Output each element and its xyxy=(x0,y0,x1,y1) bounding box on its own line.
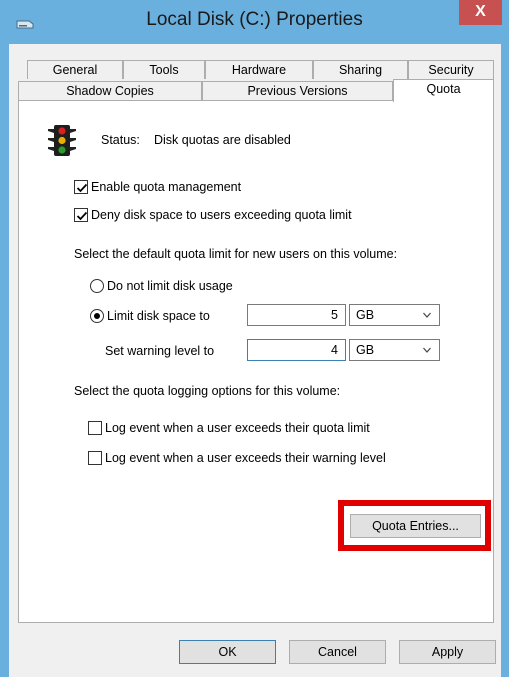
no-limit-label[interactable]: Do not limit disk usage xyxy=(107,279,233,293)
tab-hardware[interactable]: Hardware xyxy=(205,60,313,79)
status-label: Status: xyxy=(101,133,140,147)
default-limit-heading: Select the default quota limit for new u… xyxy=(74,247,398,261)
enable-quota-checkbox[interactable] xyxy=(74,180,88,194)
limit-space-input[interactable]: 5 xyxy=(247,304,346,326)
log-quota-checkbox[interactable] xyxy=(88,421,102,435)
limit-space-unit-value: GB xyxy=(356,308,375,322)
limit-space-label[interactable]: Limit disk space to xyxy=(107,309,210,323)
log-warning-label[interactable]: Log event when a user exceeds their warn… xyxy=(105,451,386,465)
close-button[interactable]: X xyxy=(459,0,502,25)
enable-quota-label[interactable]: Enable quota management xyxy=(91,180,241,194)
warning-level-label: Set warning level to xyxy=(105,344,215,358)
checkmark-icon xyxy=(76,183,88,193)
apply-button[interactable]: Apply xyxy=(399,640,496,664)
tab-quota[interactable]: Quota xyxy=(393,79,494,102)
tab-general[interactable]: General xyxy=(27,60,123,79)
ok-button[interactable]: OK xyxy=(179,640,276,664)
deny-space-checkbox[interactable] xyxy=(74,208,88,222)
cancel-button[interactable]: Cancel xyxy=(289,640,386,664)
quota-entries-button[interactable]: Quota Entries... xyxy=(350,514,481,538)
chevron-down-icon xyxy=(423,312,431,318)
warning-level-input[interactable]: 4 xyxy=(247,339,346,361)
checkmark-icon xyxy=(76,211,88,221)
limit-space-unit-select[interactable]: GB xyxy=(349,304,440,326)
chevron-down-icon xyxy=(423,347,431,353)
status-text: Disk quotas are disabled xyxy=(154,133,291,147)
log-warning-checkbox[interactable] xyxy=(88,451,102,465)
title-bar[interactable]: Local Disk (C:) Properties X xyxy=(0,0,509,44)
warning-level-unit-value: GB xyxy=(356,343,375,357)
traffic-light-icon xyxy=(46,123,78,157)
limit-space-radio[interactable] xyxy=(90,309,104,323)
tab-tools[interactable]: Tools xyxy=(123,60,205,79)
tab-security[interactable]: Security xyxy=(408,60,494,79)
tab-shadow-copies[interactable]: Shadow Copies xyxy=(18,81,202,100)
window-title: Local Disk (C:) Properties xyxy=(146,9,363,30)
radio-dot xyxy=(94,313,100,319)
no-limit-radio[interactable] xyxy=(90,279,104,293)
log-quota-label[interactable]: Log event when a user exceeds their quot… xyxy=(105,421,370,435)
tab-previous-versions[interactable]: Previous Versions xyxy=(202,81,393,100)
warning-level-unit-select[interactable]: GB xyxy=(349,339,440,361)
tab-sharing[interactable]: Sharing xyxy=(313,60,408,79)
logging-heading: Select the quota logging options for thi… xyxy=(74,384,341,398)
deny-space-label[interactable]: Deny disk space to users exceeding quota… xyxy=(91,208,352,222)
